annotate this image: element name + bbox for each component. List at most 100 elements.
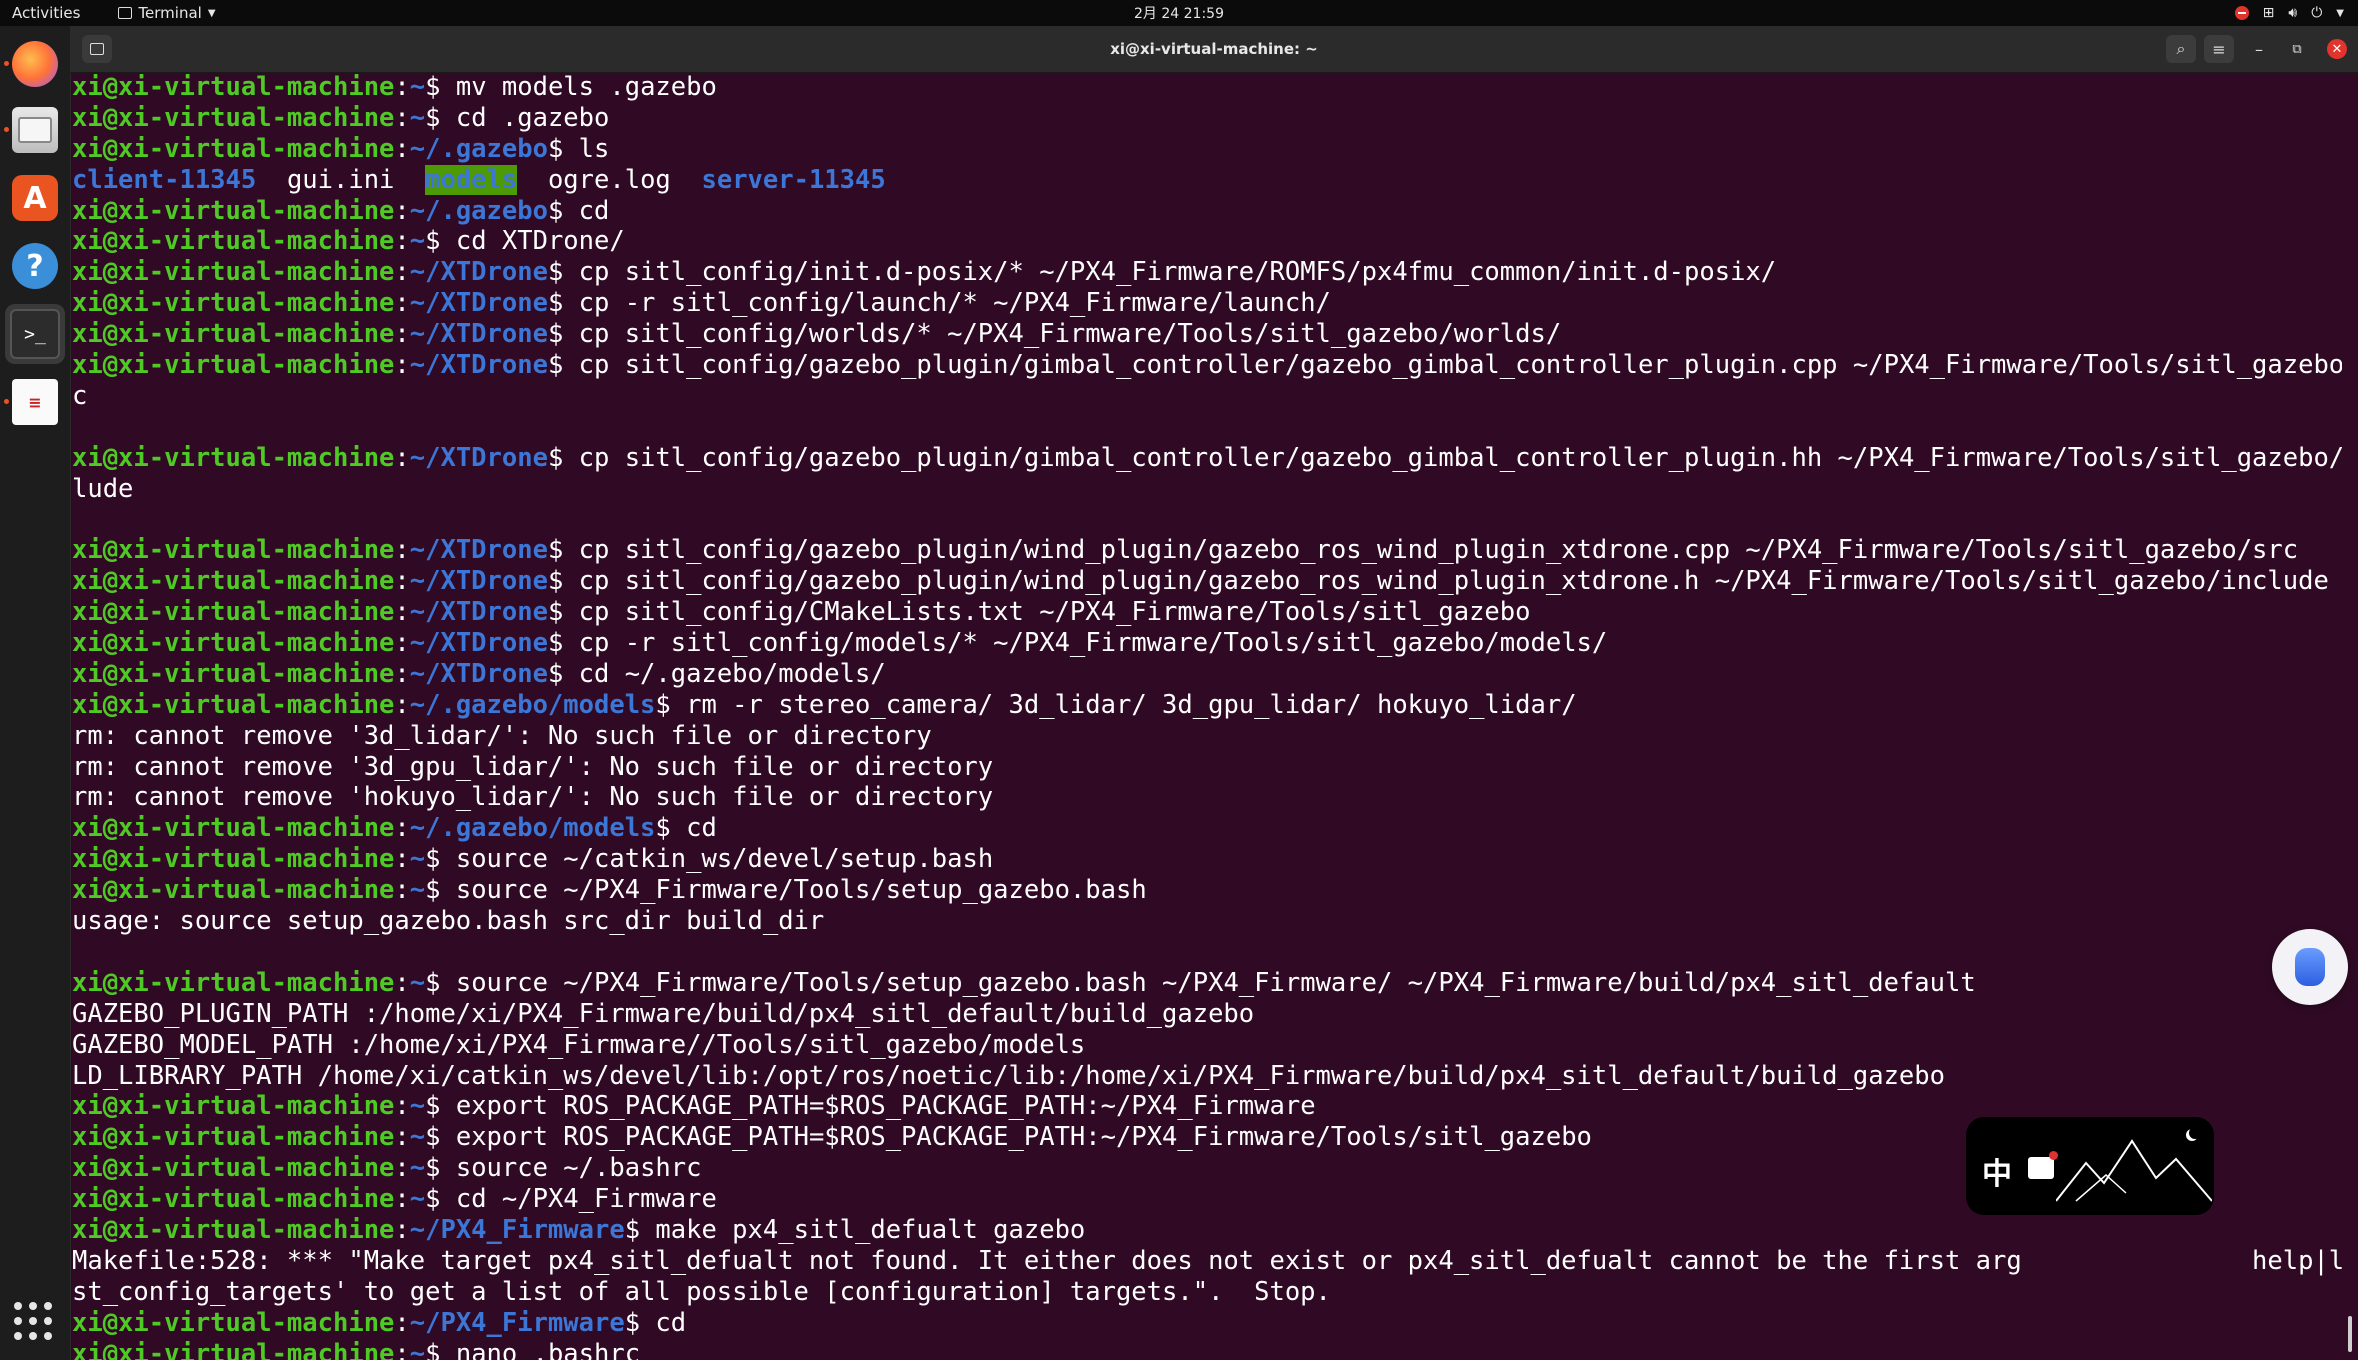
power-icon[interactable]: ⏻: [2311, 5, 2322, 21]
command-text: make px4_sitl_defualt gazebo: [640, 1214, 1086, 1245]
prompt-path: ~: [409, 226, 426, 257]
prompt-dollar: $: [425, 967, 441, 998]
ime-skin-icon[interactable]: [2028, 1151, 2058, 1179]
prompt-user-host: xi@xi-virtual-machine: [72, 133, 395, 164]
prompt-colon: :: [394, 1214, 410, 1245]
prompt-dollar: $: [425, 72, 441, 102]
menu-button[interactable]: ≡: [2204, 35, 2234, 63]
prompt-line: xi@xi-virtual-machine:~/PX4_Firmware$ ma…: [72, 1215, 2342, 1246]
prompt-path: ~: [409, 844, 426, 875]
command-text: cp sitl_config/CMakeLists.txt ~/PX4_Firm…: [563, 597, 1531, 628]
prompt-colon: :: [394, 288, 410, 319]
hamburger-icon: ≡: [2212, 39, 2226, 59]
clock[interactable]: 2月 24 21:59: [1134, 3, 1224, 23]
dock-item-terminal[interactable]: >_: [5, 304, 65, 364]
prompt-dollar: $: [547, 535, 564, 566]
prompt-dollar: $: [547, 257, 564, 288]
command-text: cd ~/.gazebo/models/: [563, 658, 886, 689]
output-text: c: [72, 380, 88, 411]
close-button[interactable]: ✕: [2322, 35, 2352, 63]
output-line: rm: cannot remove '3d_gpu_lidar/': No su…: [72, 752, 2342, 783]
output-line: rm: cannot remove 'hokuyo_lidar/': No su…: [72, 782, 2342, 813]
dock-item-files[interactable]: [0, 100, 70, 160]
output-text: LD_LIBRARY_PATH /home/xi/catkin_ws/devel…: [72, 1060, 1945, 1091]
command-text: cp sitl_config/gazebo_plugin/wind_plugin…: [563, 566, 2329, 597]
prompt-user-host: xi@xi-virtual-machine: [72, 535, 395, 566]
prompt-user-host: xi@xi-virtual-machine: [72, 658, 395, 689]
prompt-colon: :: [394, 628, 410, 659]
prompt-dollar: $: [425, 226, 441, 257]
prompt-colon: :: [394, 226, 410, 257]
prompt-path: ~: [409, 875, 426, 906]
prompt-colon: :: [394, 566, 410, 597]
prompt-line: xi@xi-virtual-machine:~/XTDrone$ cp sitl…: [72, 597, 2342, 628]
maximize-button[interactable]: ⧉: [2282, 35, 2312, 63]
prompt-colon: :: [394, 1307, 410, 1338]
prompt-dollar: $: [547, 597, 564, 628]
prompt-path: ~: [409, 1091, 426, 1122]
restore-icon: ⧉: [2292, 41, 2302, 57]
show-apps-icon[interactable]: [14, 1302, 54, 1342]
prompt-line: xi@xi-virtual-machine:~/XTDrone$ cp sitl…: [72, 566, 2342, 597]
output-text: lude: [72, 473, 134, 504]
output-line: LD_LIBRARY_PATH /home/xi/catkin_ws/devel…: [72, 1061, 2342, 1092]
prompt-line: xi@xi-virtual-machine:~/XTDrone$ cd ~/.g…: [72, 659, 2342, 690]
prompt-line: xi@xi-virtual-machine:~$ cd XTDrone/: [72, 226, 2342, 257]
prompt-path: ~: [409, 102, 426, 133]
command-text: source ~/catkin_ws/devel/setup.bash: [440, 844, 994, 875]
do-not-disturb-icon[interactable]: [2234, 6, 2249, 20]
minimize-button[interactable]: –: [2244, 35, 2274, 63]
prompt-path: ~/XTDrone: [409, 658, 548, 689]
chevron-down-icon: ▼: [207, 7, 216, 19]
prompt-dollar: $: [425, 1122, 441, 1153]
prompt-user-host: xi@xi-virtual-machine: [72, 1214, 395, 1245]
prompt-colon: :: [394, 535, 410, 566]
dock-item-office[interactable]: ≡: [0, 372, 70, 432]
prompt-dollar: $: [547, 628, 564, 659]
dock-item-help[interactable]: ?: [0, 236, 70, 296]
output-text: Makefile:528: *** "Make target px4_sitl_…: [72, 1245, 2342, 1276]
window-header: xi@xi-virtual-machine: ~ ⌕ ≡ – ⧉ ✕: [70, 26, 2358, 73]
scrollbar[interactable]: [2348, 1316, 2352, 1352]
command-text: cp -r sitl_config/models/* ~/PX4_Firmwar…: [563, 628, 1608, 659]
prompt-dollar: $: [425, 875, 441, 906]
prompt-line: xi@xi-virtual-machine:~/.gazebo$ cd: [72, 196, 2342, 227]
firefox-icon: [12, 41, 58, 87]
prompt-path: ~/XTDrone: [409, 350, 548, 381]
command-text: cp sitl_config/gazebo_plugin/wind_plugin…: [563, 535, 2299, 566]
ls-entry: client-11345: [72, 164, 257, 195]
chevron-down-icon[interactable]: ▼: [2336, 8, 2344, 19]
prompt-dollar: $: [547, 350, 564, 381]
command-text: export ROS_PACKAGE_PATH=$ROS_PACKAGE_PAT…: [440, 1122, 1592, 1153]
app-menu[interactable]: Terminal ▼: [118, 4, 216, 22]
volume-icon[interactable]: 🔊︎: [2288, 5, 2297, 21]
prompt-dollar: $: [624, 1214, 641, 1245]
command-text: source ~/PX4_Firmware/Tools/setup_gazebo…: [440, 875, 1147, 906]
help-icon: ?: [12, 243, 58, 289]
prompt-path: ~: [409, 967, 426, 998]
output-text: usage: source setup_gazebo.bash src_dir …: [72, 906, 825, 937]
prompt-line: xi@xi-virtual-machine:~$ source ~/PX4_Fi…: [72, 968, 2342, 999]
prompt-user-host: xi@xi-virtual-machine: [72, 875, 395, 906]
prompt-dollar: $: [547, 658, 564, 689]
prompt-user-host: xi@xi-virtual-machine: [72, 689, 395, 720]
new-tab-button[interactable]: [82, 35, 112, 63]
floating-assistant-button[interactable]: [2272, 929, 2348, 1005]
ime-language-toggle[interactable]: 中: [1982, 1149, 2012, 1193]
prompt-colon: :: [394, 1153, 410, 1184]
input-method-toolbar[interactable]: 中: [1966, 1117, 2214, 1215]
system-tray[interactable]: ⊞ 🔊︎ ⏻ ▼: [2234, 0, 2344, 26]
app-menu-label: Terminal: [138, 4, 202, 22]
document-app-icon: ≡: [12, 379, 58, 425]
dock-item-firefox[interactable]: [0, 34, 70, 94]
network-icon[interactable]: ⊞: [2263, 5, 2275, 21]
command-text: cd .gazebo: [440, 102, 610, 133]
prompt-line: xi@xi-virtual-machine:~$ nano .bashrc: [72, 1339, 2342, 1360]
dock-item-software[interactable]: A: [0, 168, 70, 228]
output-text: rm: cannot remove 'hokuyo_lidar/': No su…: [72, 782, 994, 813]
activities-button[interactable]: Activities: [12, 4, 80, 22]
search-button[interactable]: ⌕: [2166, 35, 2196, 63]
prompt-dollar: $: [547, 288, 564, 319]
prompt-line: xi@xi-virtual-machine:~$ source ~/PX4_Fi…: [72, 875, 2342, 906]
prompt-path: ~/XTDrone: [409, 535, 548, 566]
